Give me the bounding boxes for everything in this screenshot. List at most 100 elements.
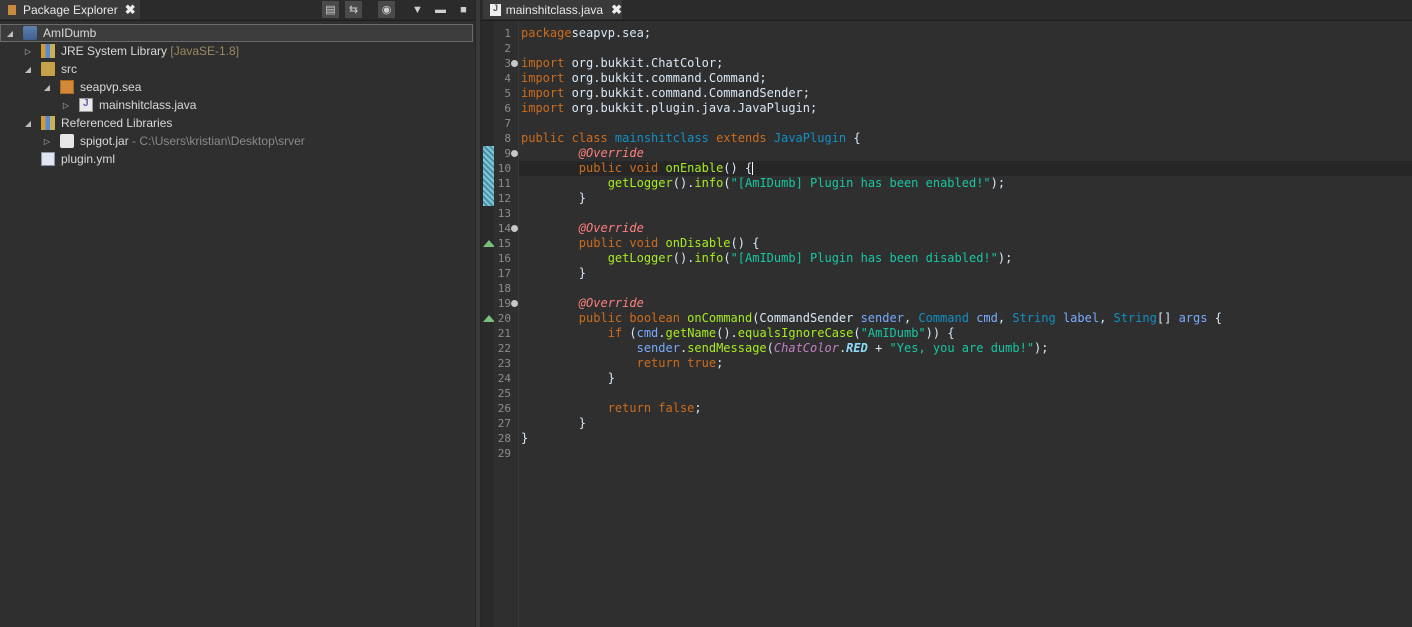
explorer-toolbar: ▤ ⇆ ◉ ▼ ▬ ■ bbox=[322, 1, 472, 18]
code-line: import org.bukkit.ChatColor; bbox=[521, 56, 724, 70]
link-with-editor-icon[interactable]: ⇆ bbox=[345, 1, 362, 18]
minimize-icon[interactable]: ▬ bbox=[432, 1, 449, 18]
package-explorer-icon bbox=[6, 4, 18, 16]
tree-item-spigot-jar[interactable]: ▷ spigot.jar - C:\Users\kristian\Desktop\… bbox=[0, 132, 473, 150]
package-explorer-view: Package Explorer ✖ ▤ ⇆ ◉ ▼ ▬ ■ ◢ AmIDumb ▷… bbox=[0, 0, 475, 627]
package-icon bbox=[60, 80, 74, 94]
line-number: 22 bbox=[497, 342, 511, 355]
tree-item-jre-system-library[interactable]: ▷ JRE System Library [JavaSE-1.8] bbox=[0, 42, 473, 60]
code-line: public void onDisable() { bbox=[578, 236, 760, 250]
tab-package-explorer[interactable]: Package Explorer ✖ bbox=[0, 0, 140, 19]
yml-file-icon bbox=[41, 152, 55, 166]
fold-toggle-icon[interactable] bbox=[511, 60, 518, 67]
line-number: 25 bbox=[497, 387, 511, 400]
line-number: 12 bbox=[497, 192, 511, 205]
line-number: 4 bbox=[504, 72, 511, 85]
code-line: sender.sendMessage(ChatColor.RED + "Yes,… bbox=[636, 341, 1049, 355]
java-editor: mainshitclass.java ✖ 1234567891011121314… bbox=[481, 0, 1412, 627]
code-line: } bbox=[521, 191, 587, 205]
code-line: public boolean onCommand(CommandSender s… bbox=[578, 311, 1222, 325]
tree-item-label: seapvp.sea bbox=[80, 80, 142, 94]
tree-item-label: src bbox=[61, 62, 77, 76]
line-number: 29 bbox=[497, 447, 511, 460]
line-number: 19 bbox=[497, 297, 511, 310]
tree-item-label: Referenced Libraries bbox=[61, 116, 173, 130]
collapse-all-icon[interactable]: ▤ bbox=[322, 1, 339, 18]
line-number: 21 bbox=[497, 327, 511, 340]
tree-item-label: JRE System Library bbox=[61, 44, 168, 58]
focus-working-set-icon[interactable]: ◉ bbox=[378, 1, 395, 18]
expand-arrow-icon[interactable]: ▷ bbox=[61, 101, 71, 110]
tree-item-text: seapvp.sea bbox=[80, 80, 141, 94]
line-number: 16 bbox=[497, 252, 511, 265]
library-icon bbox=[41, 44, 55, 58]
tree-item-text: spigot.jar - C:\Users\kristian\Desktop\s… bbox=[80, 134, 305, 148]
code-line: import org.bukkit.plugin.java.JavaPlugin… bbox=[521, 101, 818, 115]
line-number: 17 bbox=[497, 267, 511, 280]
code-line: } bbox=[521, 371, 615, 385]
line-number: 3 bbox=[504, 57, 511, 70]
line-number: 26 bbox=[497, 402, 511, 415]
jar-icon bbox=[60, 134, 74, 148]
java-file-icon bbox=[490, 3, 501, 16]
close-icon[interactable]: ✖ bbox=[611, 2, 622, 18]
line-number: 5 bbox=[504, 87, 511, 100]
code-line: return false; bbox=[607, 401, 702, 415]
line-number: 7 bbox=[504, 117, 511, 130]
code-line: import org.bukkit.command.Command; bbox=[521, 71, 767, 85]
tree-item-text: AmIDumb bbox=[43, 26, 96, 40]
code-line: @Override bbox=[578, 146, 644, 160]
line-number: 11 bbox=[497, 177, 511, 190]
expand-arrow-icon[interactable]: ▷ bbox=[23, 47, 33, 56]
code-line: public class mainshitclass extends JavaP… bbox=[521, 131, 861, 145]
explorer-tab-bar: Package Explorer ✖ ▤ ⇆ ◉ ▼ ▬ ■ bbox=[0, 0, 475, 21]
line-number: 14 bbox=[497, 222, 511, 235]
tree-item-seapvp-sea[interactable]: ◢ seapvp.sea bbox=[0, 78, 473, 96]
tree-item-label: mainshitclass.java bbox=[99, 98, 197, 112]
code-line: @Override bbox=[578, 296, 644, 310]
code-line: } bbox=[521, 431, 529, 445]
code-line: } bbox=[521, 416, 587, 430]
view-menu-icon[interactable]: ▼ bbox=[409, 1, 426, 18]
tree-item-plugin-yml[interactable]: plugin.yml bbox=[0, 150, 473, 168]
tree-item-text: Referenced Libraries bbox=[61, 116, 172, 130]
tree-item-referenced-libraries[interactable]: ◢ Referenced Libraries bbox=[0, 114, 473, 132]
code-line: getLogger().info("[AmIDumb] Plugin has b… bbox=[607, 176, 1006, 190]
line-number: 2 bbox=[504, 42, 511, 55]
tab-package-explorer-label: Package Explorer bbox=[23, 2, 118, 17]
line-number: 15 bbox=[497, 237, 511, 250]
expand-arrow-icon[interactable]: ▷ bbox=[42, 137, 52, 146]
tree-item-src[interactable]: ◢ src bbox=[0, 60, 473, 78]
tree-item-label: spigot.jar bbox=[80, 134, 129, 148]
annotation-ruler[interactable] bbox=[481, 21, 495, 627]
line-number: 10 bbox=[497, 162, 511, 175]
close-icon[interactable]: ✖ bbox=[125, 2, 136, 18]
fold-toggle-icon[interactable] bbox=[511, 300, 518, 307]
line-number: 23 bbox=[497, 357, 511, 370]
tree-item-mainshitclass-java[interactable]: ▷ mainshitclass.java bbox=[0, 96, 473, 114]
tree-item-label: plugin.yml bbox=[61, 152, 116, 166]
maximize-icon[interactable]: ■ bbox=[455, 1, 472, 18]
line-number: 24 bbox=[497, 372, 511, 385]
fold-toggle-icon[interactable] bbox=[511, 150, 518, 157]
tab-mainshitclass-java[interactable]: mainshitclass.java ✖ bbox=[483, 0, 622, 19]
collapse-arrow-icon[interactable]: ◢ bbox=[23, 119, 33, 128]
tree-item-amidumb[interactable]: ◢ AmIDumb bbox=[0, 24, 473, 42]
code-line: import org.bukkit.command.CommandSender; bbox=[521, 86, 810, 100]
fold-toggle-icon[interactable] bbox=[511, 225, 518, 232]
code-area[interactable]: packageseapvp.sea; import org.bukkit.Chat… bbox=[519, 21, 1412, 627]
line-number: 18 bbox=[497, 282, 511, 295]
line-number: 9 bbox=[504, 147, 511, 160]
line-number: 27 bbox=[497, 417, 511, 430]
code-line: public void onEnable() { bbox=[578, 161, 754, 175]
code-line: if (cmd.getName().equalsIgnoreCase("AmID… bbox=[607, 326, 955, 340]
code-line: packageseapvp.sea; bbox=[521, 26, 652, 40]
java-project-icon bbox=[23, 26, 37, 40]
collapse-arrow-icon[interactable]: ◢ bbox=[5, 29, 15, 38]
collapse-arrow-icon[interactable]: ◢ bbox=[42, 83, 52, 92]
tree-item-text: mainshitclass.java bbox=[99, 98, 196, 112]
editor-tab-label: mainshitclass.java bbox=[505, 2, 604, 17]
collapse-arrow-icon[interactable]: ◢ bbox=[23, 65, 33, 74]
source-folder-icon bbox=[41, 62, 55, 76]
tree-item-label: AmIDumb bbox=[43, 26, 97, 40]
